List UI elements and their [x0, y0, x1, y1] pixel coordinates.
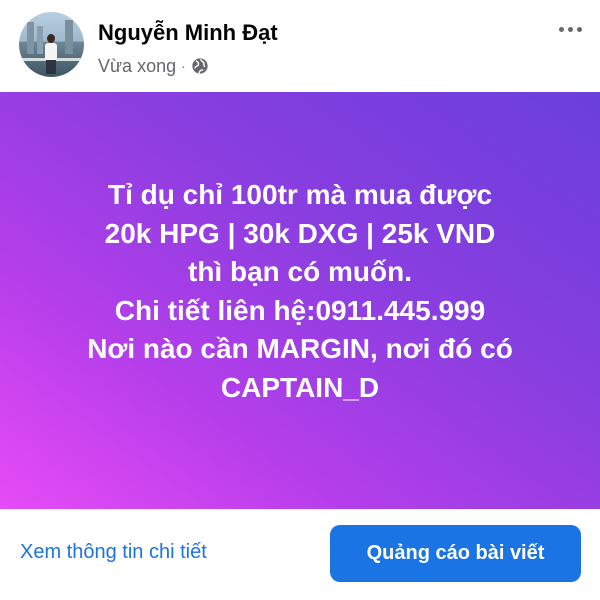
- post-text: Tỉ dụ chỉ 100tr mà mua được 20k HPG | 30…: [20, 176, 580, 407]
- avatar-person: [45, 43, 57, 60]
- more-dot: [567, 26, 573, 32]
- boost-post-button[interactable]: Quảng cáo bài viết: [330, 525, 581, 582]
- view-details-link[interactable]: Xem thông tin chi tiết: [20, 541, 207, 564]
- post-text-line: CAPTAIN_D: [220, 371, 380, 403]
- avatar-building: [65, 20, 73, 54]
- post-meta: Vừa xong ·: [98, 55, 209, 77]
- globe-icon[interactable]: [191, 57, 209, 75]
- author-name[interactable]: Nguyễn Minh Đạt: [98, 20, 278, 46]
- avatar-person: [46, 60, 56, 74]
- avatar-building: [37, 26, 43, 54]
- post-timestamp[interactable]: Vừa xong: [98, 56, 176, 77]
- avatar[interactable]: [19, 12, 84, 77]
- post-header: Nguyễn Minh Đạt Vừa xong ·: [0, 0, 600, 92]
- avatar-building: [27, 22, 34, 54]
- post-footer: Xem thông tin chi tiết Quảng cáo bài viế…: [0, 509, 600, 600]
- post-text-line: Nơi nào cần MARGIN, nơi đó có: [87, 333, 513, 364]
- more-dot: [558, 26, 564, 32]
- more-horizontal-icon[interactable]: [553, 22, 587, 36]
- post-text-line: Chi tiết liên hệ:0911.445.999: [114, 294, 486, 326]
- more-dot: [576, 26, 582, 32]
- post-text-line: Tỉ dụ chỉ 100tr mà mua được: [107, 179, 493, 210]
- post-content-card[interactable]: Tỉ dụ chỉ 100tr mà mua được 20k HPG | 30…: [0, 92, 600, 509]
- post-text-line: thì bạn có muốn.: [188, 256, 412, 287]
- avatar-person: [47, 34, 55, 43]
- post-text-line: 20k HPG | 30k DXG | 25k VND: [104, 217, 496, 249]
- meta-separator: ·: [181, 58, 186, 74]
